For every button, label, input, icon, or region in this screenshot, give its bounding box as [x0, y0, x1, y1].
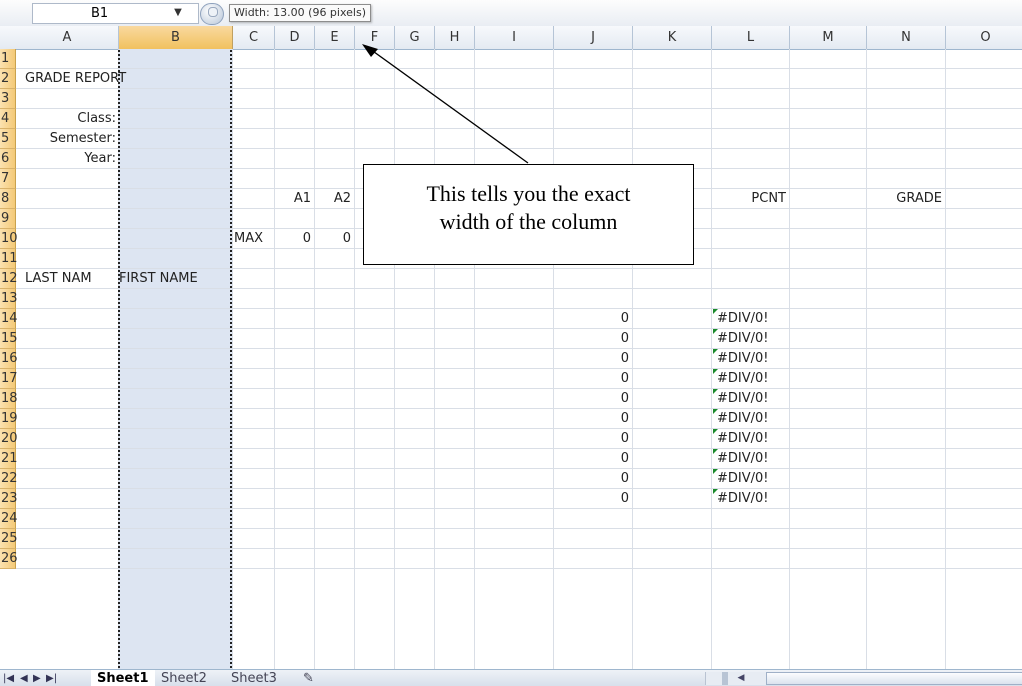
tab-sheet1[interactable]: Sheet1 [91, 670, 155, 686]
horizontal-scrollbar[interactable]: ◀ [705, 672, 1022, 685]
excel-window: B1 ▼ Width: 13.00 (96 pixels) A B C D E … [0, 0, 1022, 686]
scrollbar-thumb[interactable] [766, 672, 1022, 685]
callout-line-2: width of the column [439, 209, 618, 234]
sheet-tab-bar: |◀ ◀ ▶ ▶| Sheet1 Sheet2 Sheet3 ✎ ◀ [0, 669, 1022, 686]
first-sheet-icon[interactable]: |◀ [3, 670, 14, 686]
tab-sheet3[interactable]: Sheet3 [225, 670, 283, 686]
annotation-callout: This tells you the exact width of the co… [363, 164, 694, 265]
prev-sheet-icon[interactable]: ◀ [20, 670, 28, 686]
callout-arrow [362, 44, 529, 164]
tab-sheet2[interactable]: Sheet2 [155, 670, 213, 686]
insert-sheet-icon[interactable]: ✎ [297, 670, 320, 686]
callout-line-1: This tells you the exact [426, 181, 631, 206]
next-sheet-icon[interactable]: ▶ [33, 670, 41, 686]
last-sheet-icon[interactable]: ▶| [46, 670, 57, 686]
scroll-left-icon[interactable]: ◀ [733, 672, 749, 685]
tab-split-handle[interactable] [722, 672, 728, 685]
